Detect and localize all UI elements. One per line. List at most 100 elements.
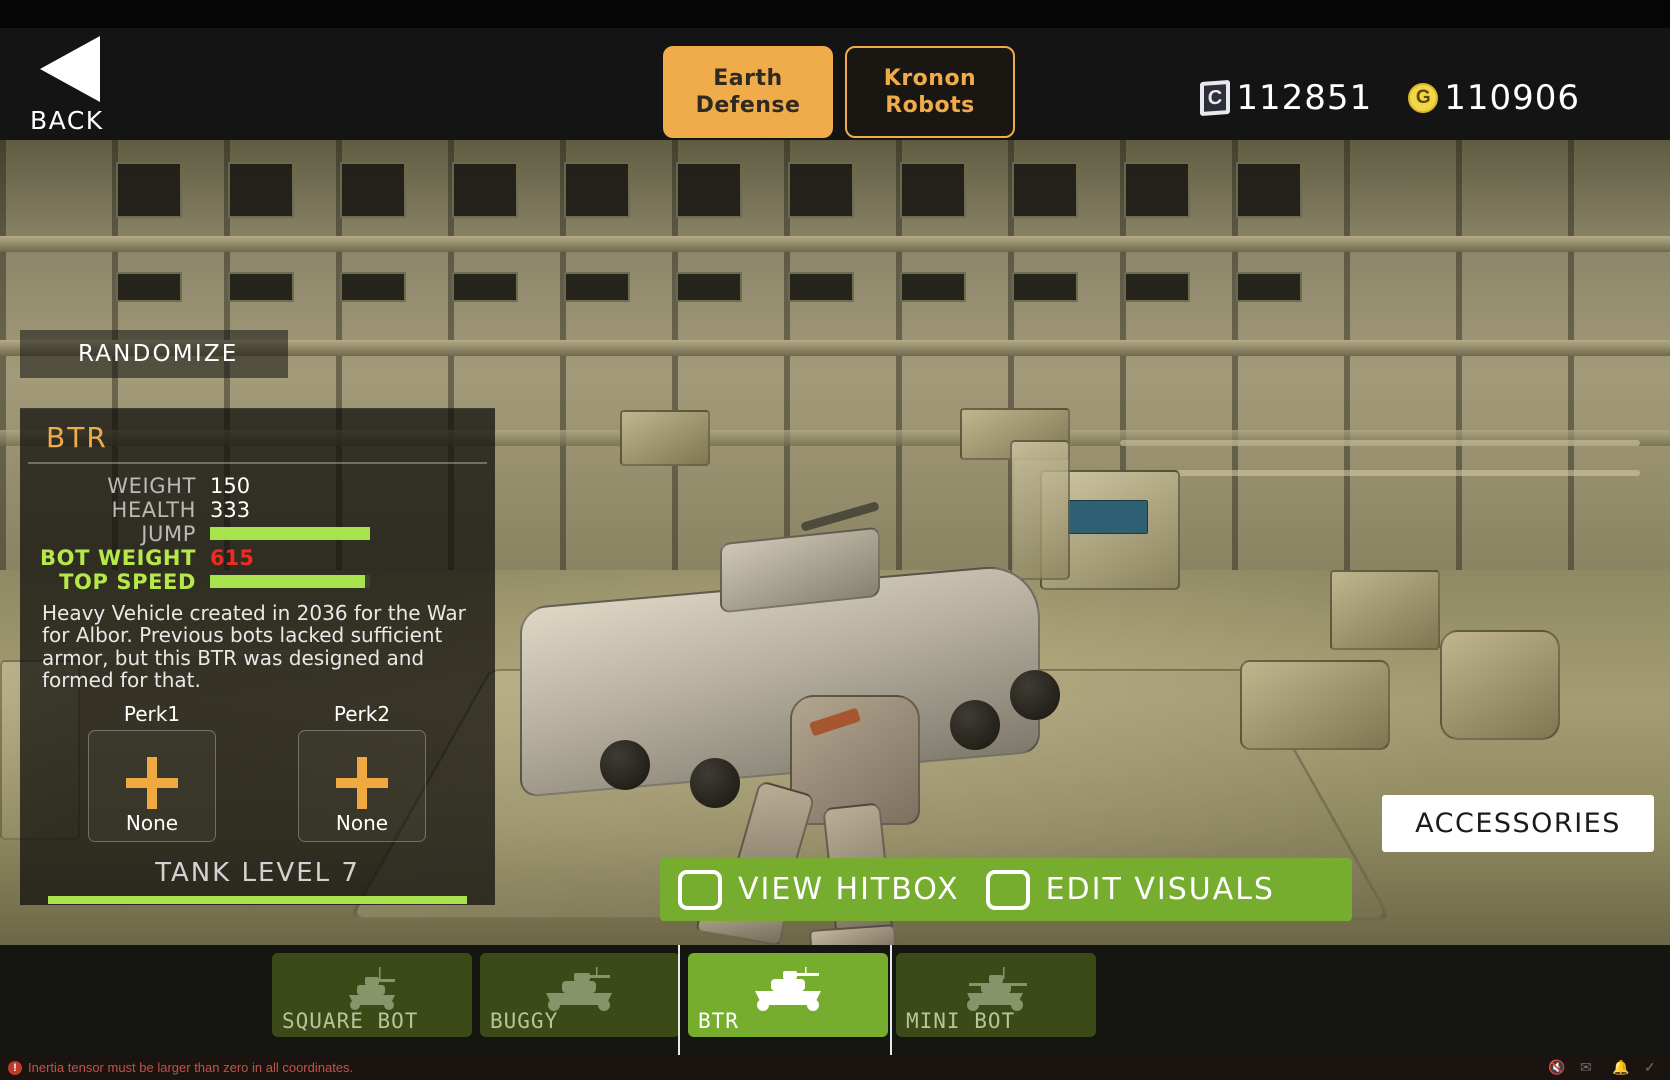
wall-window: [900, 272, 966, 302]
wall-window: [564, 272, 630, 302]
vehicle-tab-mini-bot[interactable]: MINI BOT: [896, 953, 1096, 1037]
message-icon[interactable]: ✉: [1580, 1059, 1596, 1075]
wall-window: [788, 272, 854, 302]
credits-currency: C 112851: [1200, 78, 1372, 118]
mech-foot: [808, 924, 898, 945]
plus-icon: [336, 756, 388, 809]
accessories-button[interactable]: ACCESSORIES: [1382, 795, 1654, 852]
back-button-label: BACK: [30, 106, 104, 135]
tab-kronon-robots[interactable]: Kronon Robots: [845, 46, 1015, 138]
status-bar: ! Inertia tensor must be larger than zer…: [0, 1055, 1670, 1080]
tab-kronon-robots-label: Kronon Robots: [883, 65, 977, 119]
vehicle-info-panel: BTR WEIGHT 150 HEALTH 333 JUMP BOT WEIGH…: [20, 408, 495, 905]
edit-visuals-checkbox[interactable]: [985, 869, 1030, 910]
stat-row: WEIGHT 150: [30, 473, 477, 498]
wall-window: [228, 162, 294, 218]
tank-level-bar: [48, 895, 467, 904]
randomize-label: RANDOMIZE: [78, 341, 239, 367]
vehicle-tab-square-bot-label: SQUARE BOT: [282, 1009, 419, 1033]
wall-window: [676, 162, 742, 218]
wall-window: [340, 272, 406, 302]
server-rack-prop: [1010, 440, 1070, 580]
perk-slots: Perk1 None Perk2 None: [20, 692, 495, 842]
tank-silhouette-icon: [747, 967, 829, 1016]
stat-row: HEALTH 333: [30, 497, 477, 522]
vehicle-tab-square-bot[interactable]: SQUARE BOT: [272, 953, 472, 1037]
stat-value-health: 333: [210, 497, 251, 522]
stats-list: WEIGHT 150 HEALTH 333 JUMP BOT WEIGHT 61…: [20, 473, 495, 594]
wall-window: [116, 162, 182, 218]
stat-value-bot-weight: 615: [210, 545, 254, 570]
mute-icon[interactable]: 🔇: [1548, 1059, 1565, 1075]
wall-window: [788, 162, 854, 218]
perk-slot-1[interactable]: None: [88, 729, 216, 842]
bot-name-title: BTR: [46, 421, 108, 454]
wall-window: [1236, 272, 1302, 302]
gold-currency: G 110906: [1408, 78, 1580, 118]
selector-divider: [678, 945, 680, 1055]
plus-icon: [126, 756, 178, 809]
perk-slot-2[interactable]: None: [298, 729, 426, 842]
barrel-prop: [1440, 630, 1560, 740]
wall-window: [1124, 162, 1190, 218]
game-screen: BACK Earth Defense Kronon Robots C 11285…: [0, 0, 1670, 1080]
vehicle-tab-buggy[interactable]: BUGGY: [480, 953, 680, 1037]
btr-wheel: [950, 700, 1000, 750]
stat-label-top-speed: TOP SPEED: [59, 569, 196, 594]
stat-label-bot-weight: BOT WEIGHT: [40, 545, 196, 570]
warning-icon: !: [8, 1060, 22, 1075]
stat-value-weight: 150: [210, 473, 251, 498]
stat-bar-jump: [210, 527, 370, 540]
stat-row: BOT WEIGHT 615: [30, 545, 477, 570]
crate-prop: [1240, 660, 1390, 750]
perk-slot-2-title: Perk2: [333, 701, 391, 726]
status-bar-icons: 🔇 ✉ 🔔 ✓: [1548, 1059, 1660, 1075]
accessories-label: ACCESSORIES: [1415, 808, 1621, 839]
wall-window: [1124, 272, 1190, 302]
stat-label-health: HEALTH: [111, 497, 196, 522]
perk-slot-1-container: Perk1 None: [88, 702, 216, 842]
view-hitbox-label[interactable]: VIEW HITBOX: [738, 872, 960, 907]
back-button[interactable]: BACK: [30, 36, 140, 140]
crate-prop: [1330, 570, 1440, 650]
stat-label-weight: WEIGHT: [107, 473, 196, 498]
wall-window: [228, 272, 294, 302]
wall-window: [900, 162, 966, 218]
tank-level-bar-fill: [48, 895, 467, 904]
wall-window: [1012, 162, 1078, 218]
crate-prop: [620, 410, 710, 466]
tank-level-label: TANK LEVEL 7: [155, 857, 360, 888]
triangle-left-icon: [40, 36, 100, 102]
wall-window: [676, 272, 742, 302]
tab-earth-defense-label: Earth Defense: [695, 65, 801, 119]
vehicle-tab-btr-label: BTR: [698, 1009, 739, 1033]
btr-wheel: [600, 740, 650, 790]
credits-value: 112851: [1236, 78, 1373, 118]
wall-window: [564, 162, 630, 218]
faction-tabs: Earth Defense Kronon Robots: [663, 46, 1015, 138]
wall-band: [0, 236, 1670, 252]
top-bar: BACK Earth Defense Kronon Robots C 11285…: [0, 0, 1670, 140]
railing: [1120, 440, 1640, 446]
edit-visuals-label[interactable]: EDIT VISUALS: [1046, 872, 1275, 907]
wall-window: [1012, 272, 1078, 302]
vehicle-selector-bar: SQUARE BOT BUGGY BTR MINI BOT: [0, 945, 1670, 1055]
randomize-button[interactable]: RANDOMIZE: [20, 330, 288, 378]
tab-earth-defense[interactable]: Earth Defense: [663, 46, 833, 138]
check-icon[interactable]: ✓: [1644, 1059, 1660, 1075]
wall-window: [116, 272, 182, 302]
view-hitbox-checkbox[interactable]: [678, 869, 722, 910]
vehicle-tab-mini-bot-label: MINI BOT: [906, 1009, 1016, 1033]
vehicle-list: SQUARE BOT BUGGY BTR MINI BOT: [0, 945, 1670, 1037]
stat-label-jump: JUMP: [141, 521, 196, 546]
wall-window-row: [0, 272, 1670, 332]
stat-row: TOP SPEED: [30, 569, 477, 594]
bell-icon[interactable]: 🔔: [1612, 1059, 1629, 1075]
top-strip: [0, 0, 1670, 28]
perk-slot-2-container: Perk2 None: [298, 702, 426, 842]
status-error-text: Inertia tensor must be larger than zero …: [28, 1060, 354, 1075]
stat-bar-top-speed-fill: [210, 575, 366, 588]
stat-bar-jump-fill: [210, 527, 370, 540]
vehicle-tab-btr[interactable]: BTR: [688, 953, 888, 1037]
wall-window-row: [0, 162, 1670, 222]
